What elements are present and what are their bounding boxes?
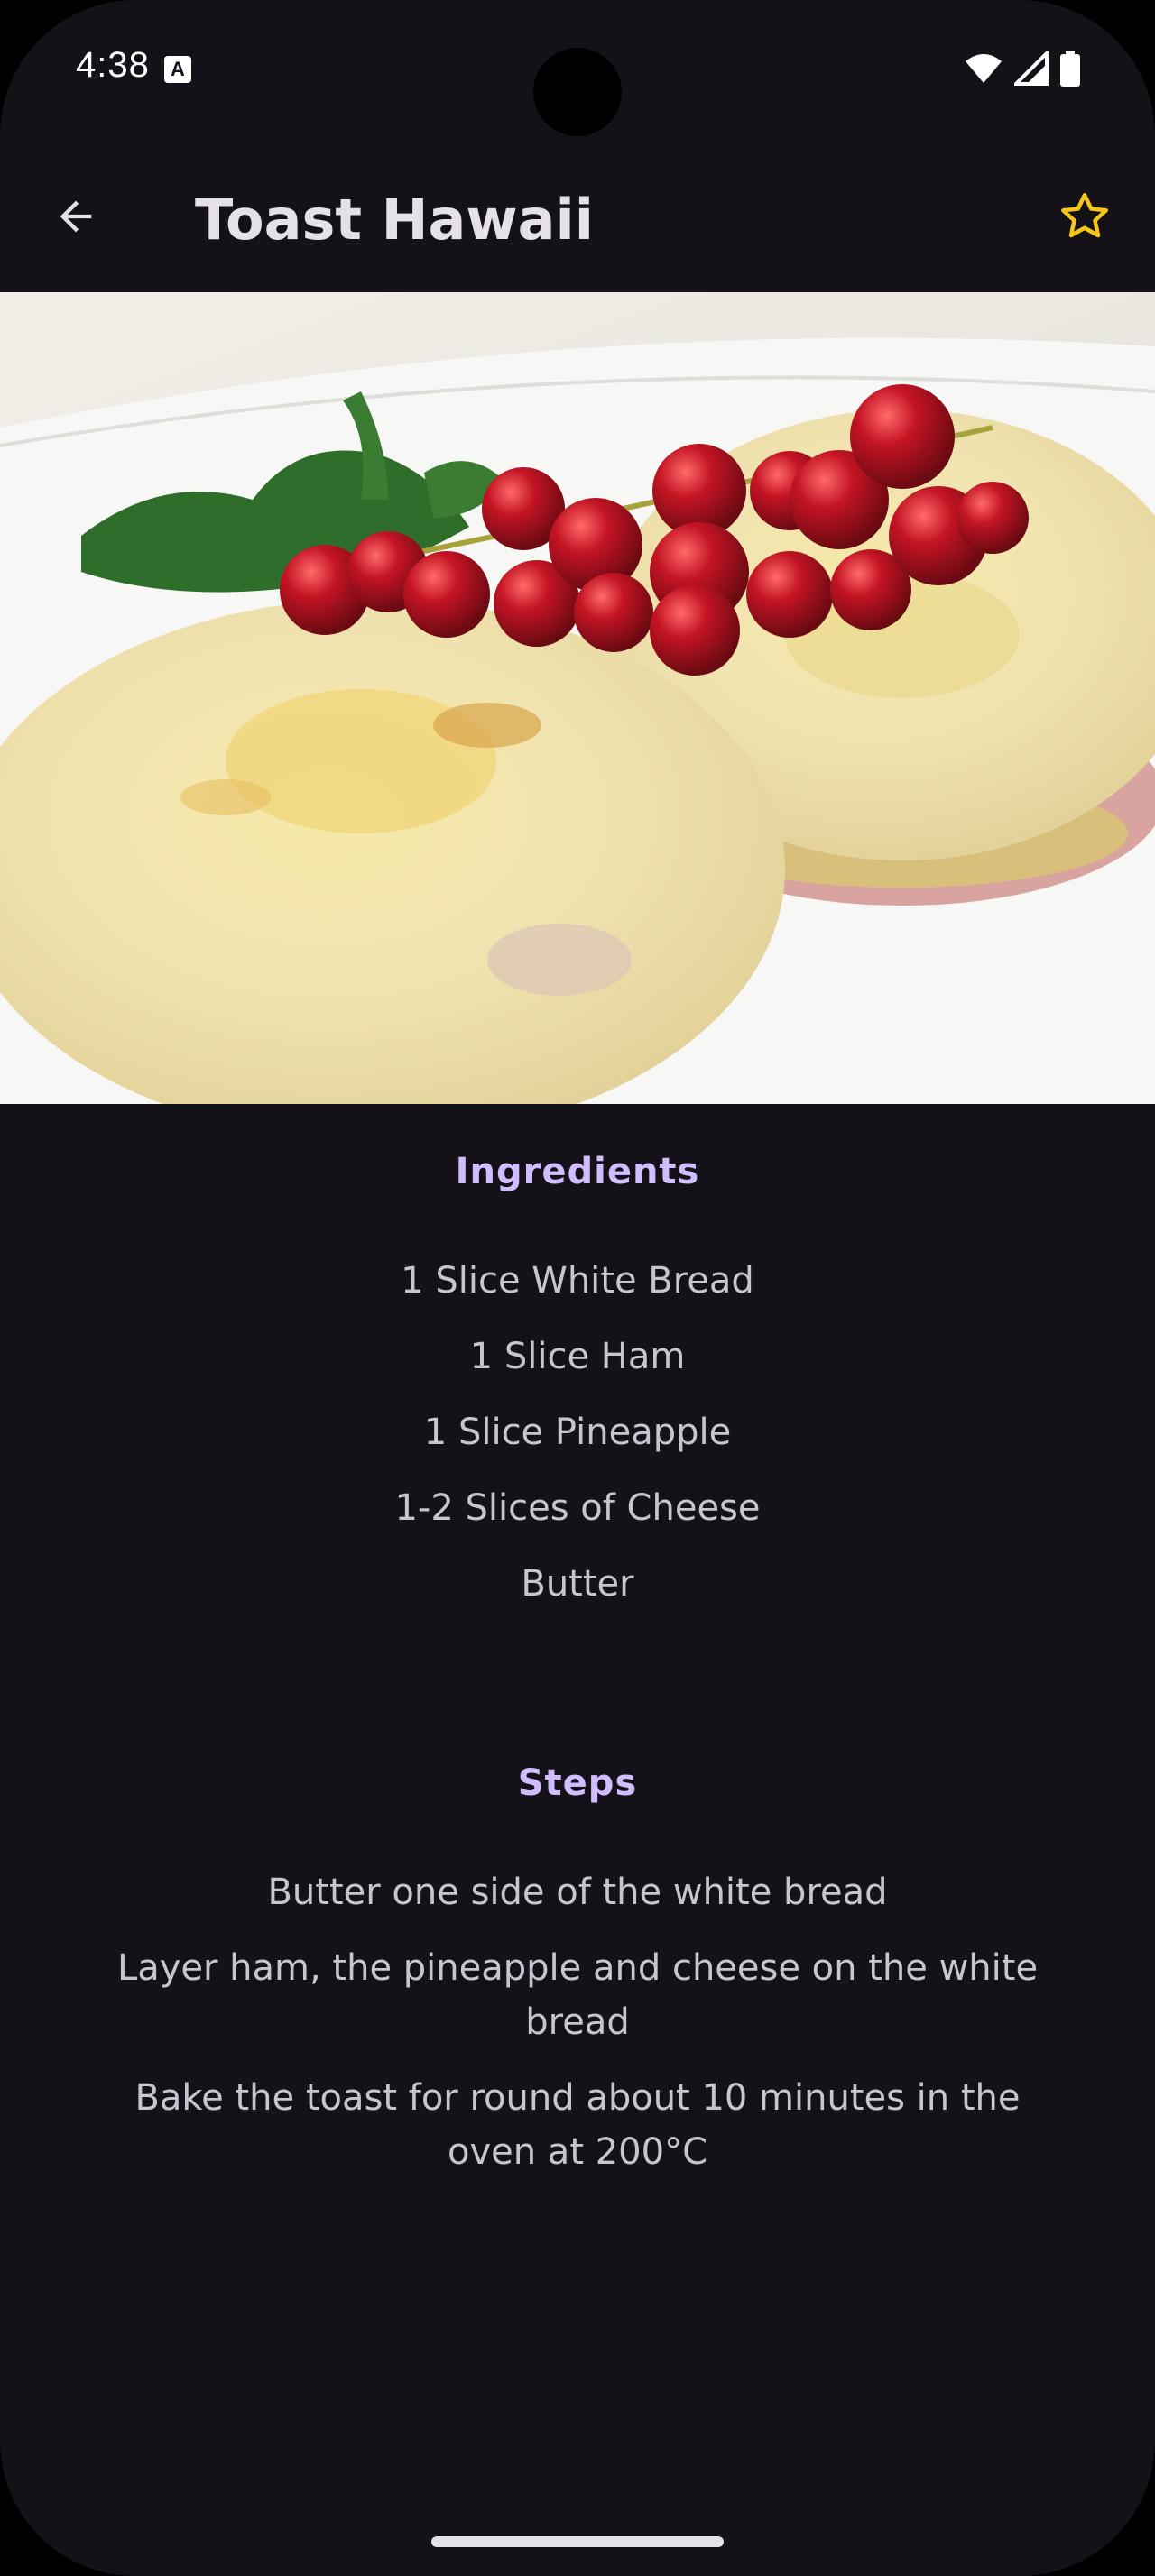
status-icons bbox=[964, 51, 1081, 87]
page-title: Toast Hawaii bbox=[195, 187, 594, 253]
recipe-image bbox=[0, 292, 1155, 1104]
cellular-signal-icon bbox=[1014, 51, 1049, 86]
list-item: Layer ham, the pineapple and cheese on t… bbox=[116, 1947, 1039, 2043]
list-item: Butter bbox=[521, 1563, 634, 1605]
arrow-back-icon bbox=[60, 200, 92, 233]
top-app-bar: Toast Hawaii bbox=[0, 144, 1155, 292]
steps-list: Butter one side of the white bread Layer… bbox=[0, 1865, 1155, 2201]
accessibility-a-icon: A bbox=[164, 56, 191, 83]
star-outline-icon bbox=[1061, 193, 1108, 238]
status-time: 4:38 bbox=[76, 45, 150, 85]
camera-cutout bbox=[533, 48, 622, 136]
home-indicator[interactable] bbox=[431, 2536, 724, 2547]
battery-icon bbox=[1060, 51, 1080, 87]
list-item: Butter one side of the white bread bbox=[267, 1872, 888, 1913]
steps-title: Steps bbox=[517, 1762, 638, 1804]
list-item: 1 Slice White Bread bbox=[401, 1260, 754, 1302]
favorite-button[interactable] bbox=[1049, 180, 1121, 253]
status-bar: 4:38 A bbox=[0, 0, 1155, 144]
ingredients-list: 1 Slice White Bread 1 Slice Ham 1 Slice … bbox=[0, 1254, 1155, 1633]
list-item: 1 Slice Pineapple bbox=[423, 1412, 732, 1453]
back-button[interactable] bbox=[40, 180, 112, 253]
wifi-icon bbox=[966, 54, 1002, 83]
list-item: Bake the toast for round about 10 minute… bbox=[134, 2077, 1021, 2173]
list-item: 1 Slice Ham bbox=[469, 1336, 686, 1377]
ingredients-title: Ingredients bbox=[455, 1151, 700, 1192]
app-screen: 4:38 A Toast Hawaii Ingredients 1 Slice … bbox=[0, 0, 1155, 2576]
list-item: 1-2 Slices of Cheese bbox=[394, 1487, 761, 1529]
